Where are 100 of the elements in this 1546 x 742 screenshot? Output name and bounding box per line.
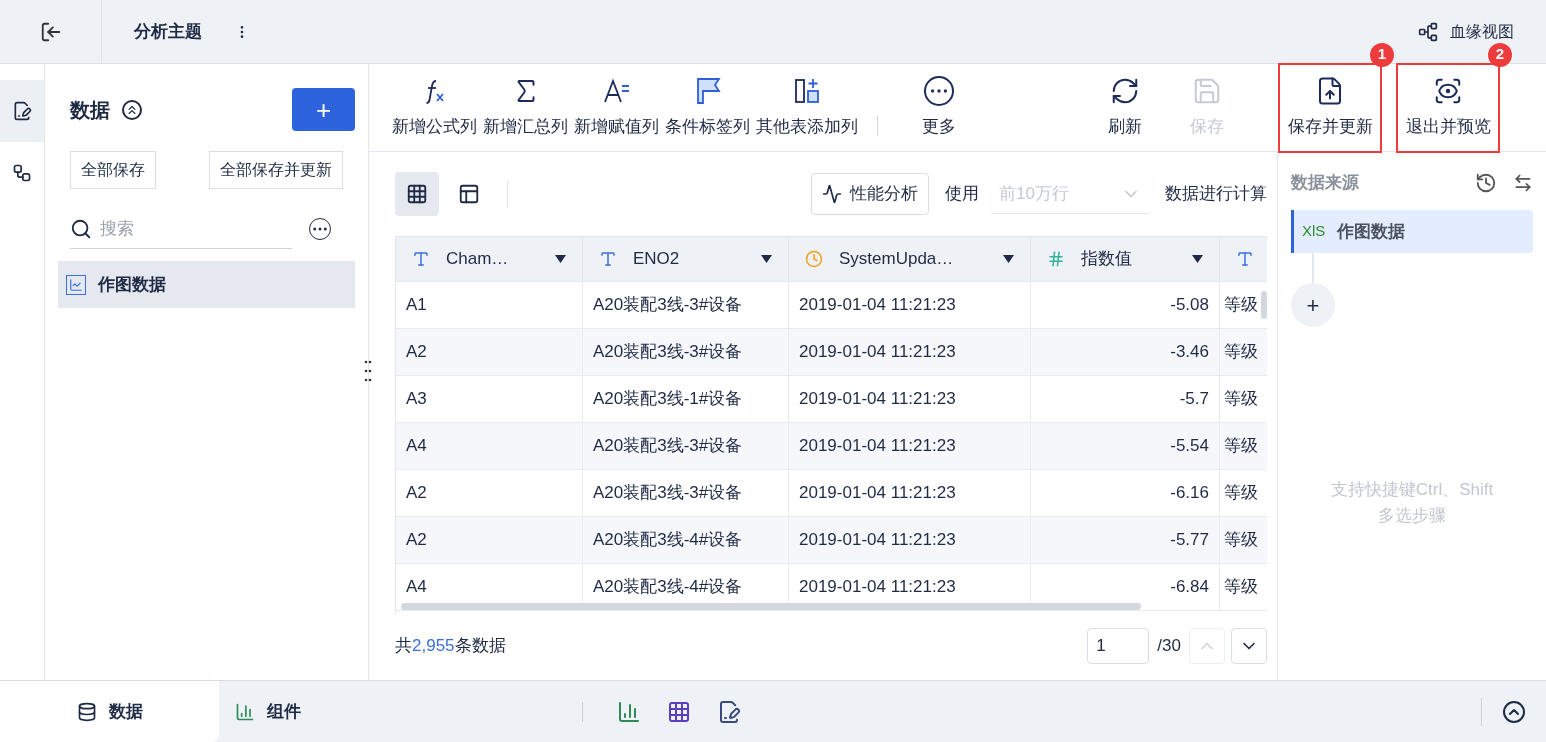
flow-icon [12,163,32,183]
dataset-item[interactable]: 作图数据 [58,261,355,308]
toolbar-button[interactable]: 新增赋值列 [571,63,662,152]
database-icon [76,701,97,722]
chart-file-icon [66,274,86,295]
horizontal-scrollbar[interactable] [401,603,1141,610]
toolbar-button[interactable]: 新增公式列 [389,63,480,152]
shortcut-hint: 支持快捷键Ctrl、Shift [1330,479,1494,501]
table-cell: A2 [396,517,583,563]
save-all-button[interactable]: 全部保存并更新 [209,151,343,189]
record-count: 共2,955条数据 [395,635,506,658]
table-cell: A20装配3线-3#设备 [583,329,789,375]
shortcut-hint: 多选步骤 [1378,504,1446,527]
toolbar-button[interactable]: 条件标签列 [662,63,753,152]
clock-icon [805,250,823,268]
more-icon [924,75,954,106]
save-all-button[interactable]: 全部保存 [70,151,156,189]
toolbar-button[interactable]: 刷新 [1084,63,1166,152]
grid-icon [406,183,428,205]
use-label: 使用 [945,183,979,206]
page-title: 分析主题 [134,20,202,43]
table-cell: 等级 [1220,329,1267,375]
table-cell: -3.46 [1031,329,1220,375]
collapse-icon[interactable] [122,99,142,120]
toolbar-button[interactable]: 新增汇总列 [480,63,571,152]
table-cell: A2 [396,329,583,375]
table-cell: 等级 [1220,470,1267,516]
table-cell: -5.08 [1031,282,1220,328]
bar-chart-icon [235,701,255,722]
search-field[interactable]: 搜索 [100,215,250,242]
table-cell: -6.16 [1031,470,1220,516]
table-cell: 等级 [1220,376,1267,422]
table-cell: 2019-01-04 11:21:23 [789,376,1031,422]
table-cell: A20装配3线-3#设备 [583,423,789,469]
table-cell: 2019-01-04 11:21:23 [789,517,1031,563]
add-step-button[interactable]: + [1291,283,1335,327]
text-type-icon [412,250,430,268]
performance-button[interactable]: 性能分析 [811,173,929,215]
panel-title: 数据来源 [1291,172,1359,195]
history-icon[interactable] [1475,172,1497,194]
add-button[interactable]: + [292,88,355,131]
text-type-icon [1236,250,1254,268]
compute-label: 数据进行计算 [1165,183,1267,206]
number-type-icon [1047,250,1065,268]
panel-title: 数据 [70,97,110,123]
text-type-icon [599,250,617,268]
table-cell: 2019-01-04 11:21:23 [789,423,1031,469]
table-cell: 2019-01-04 11:21:23 [789,282,1031,328]
table-cell: 等级 [1220,564,1267,610]
column-header[interactable]: 指数值 [1031,237,1220,281]
dropdown-caret-icon [1192,255,1203,263]
dropdown-caret-icon [761,255,772,263]
bottom-tab[interactable]: 组件 [219,681,317,742]
table-cell: -5.7 [1031,376,1220,422]
table-cell: -5.54 [1031,423,1220,469]
table-cell: 等级 [1220,517,1267,563]
source-step[interactable]: XlS 作图数据 [1291,210,1533,253]
lineage-icon [1418,21,1438,42]
add-text-icon[interactable] [717,699,741,724]
table-cell: A3 [396,376,583,422]
add-chart-icon[interactable] [617,699,641,724]
table-cell: 2019-01-04 11:21:23 [789,470,1031,516]
dropdown-caret-icon [555,255,566,263]
dropdown-caret-icon [1003,255,1014,263]
drag-handle-icon[interactable] [364,360,372,382]
table-cell: A2 [396,470,583,516]
table-cell: 等级 [1220,423,1267,469]
vertical-scrollbar[interactable] [1261,291,1267,319]
table-cell: A20装配3线-1#设备 [583,376,789,422]
table-cell: A20装配3线-4#设备 [583,517,789,563]
table-cell: A20装配3线-3#设备 [583,282,789,328]
toolbar-button[interactable]: 更多 [894,63,984,152]
rail-tab[interactable] [0,80,44,142]
add-grid-icon[interactable] [667,699,691,724]
toolbar-button[interactable]: 其他表添加列 [753,63,861,152]
page-total: /30 [1157,635,1181,658]
table-cell: -5.77 [1031,517,1220,563]
column-header[interactable]: SystemUpda… [789,237,1031,281]
page-field[interactable]: 1 [1087,628,1150,664]
layout-icon [458,183,480,205]
table-cell: A20装配3线-3#设备 [583,470,789,516]
search-icon [70,217,92,240]
row-limit-select: 前10万行 [991,174,1149,214]
table-cell: 2019-01-04 11:21:23 [789,329,1031,375]
column-header[interactable]: ENO2 [583,237,789,281]
view-toggle[interactable] [395,172,439,216]
table-cell: A1 [396,282,583,328]
column-header[interactable]: Cham… [396,237,583,281]
pulse-chart-icon [822,184,842,204]
table-cell: A4 [396,423,583,469]
toolbar-button[interactable]: 退出并预览 [1396,62,1500,153]
spreadsheet-label: XlS [1302,221,1326,242]
swap-icon[interactable] [1513,173,1533,193]
lineage-view-button[interactable]: 血缘视图 [1418,19,1514,44]
bottom-tab[interactable]: 数据 [0,681,219,742]
edit-file-icon [12,101,32,121]
expand-icon[interactable] [1502,699,1526,724]
toolbar-button[interactable]: 保存并更新 [1278,62,1382,153]
exit-icon [39,20,62,43]
toolbar-button: 保存 [1166,63,1248,152]
